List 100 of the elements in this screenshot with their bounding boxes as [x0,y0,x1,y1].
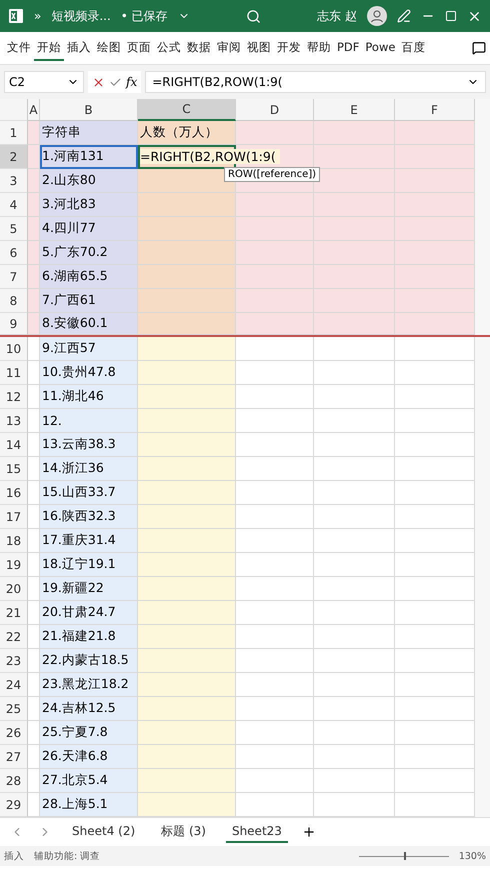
row-header[interactable]: 8 [0,289,28,313]
table-cell: 3.河北83 [40,193,138,217]
user-name: 志东 赵 [317,8,357,24]
row-header[interactable]: 29 [0,793,28,817]
ribbon-tab[interactable]: 页面 [124,36,154,60]
tooltip: ROW([reference]) [224,167,320,182]
zoom-level[interactable]: 130% [458,850,486,862]
column-header[interactable]: A [28,99,40,121]
row-header[interactable]: 22 [0,625,28,649]
row-header[interactable]: 1 [0,121,28,145]
table-cell: 20.甘肃24.7 [40,601,138,625]
row-header[interactable]: 2 [0,145,28,169]
table-cell: 11.湖北46 [40,385,138,409]
cancel-icon[interactable] [92,76,105,88]
formula-field[interactable]: =RIGHT(B2,ROW(1:9( [145,71,486,93]
status-mode: 插入 [4,850,24,862]
table-cell: 25.宁夏7.8 [40,721,138,745]
row-header[interactable]: 13 [0,409,28,433]
ribbon-tab[interactable]: 文件 [4,36,34,60]
column-header[interactable]: F [395,99,475,121]
row-header[interactable]: 5 [0,217,28,241]
row-header[interactable]: 11 [0,361,28,385]
ribbon-tab[interactable]: Powe [362,36,398,60]
row-header[interactable]: 7 [0,265,28,289]
ribbon-tab[interactable]: 审阅 [214,36,244,60]
table-cell: 1.河南131 [40,145,138,169]
excel-logo-icon [8,8,24,24]
search-icon[interactable] [246,8,261,24]
table-cell: 19.新疆22 [40,577,138,601]
row-header[interactable]: 20 [0,577,28,601]
row-header[interactable]: 15 [0,457,28,481]
add-sheet-icon[interactable] [302,825,316,839]
zoom-slider-thumb[interactable] [404,852,406,860]
table-cell: 26.天津6.8 [40,745,138,769]
ribbon-tab[interactable]: 公式 [154,36,184,60]
table-cell: 21.福建21.8 [40,625,138,649]
quick-access-more[interactable]: » [34,9,42,23]
sheet-tab[interactable]: Sheet4 (2) [66,821,142,843]
row-header[interactable]: 23 [0,649,28,673]
insert-function-button[interactable]: fx [126,75,138,89]
ribbon-tab[interactable]: 视图 [244,36,274,60]
table-cell: 12. [40,409,138,433]
table-cell: 15.山西33.7 [40,481,138,505]
column-header[interactable]: B [40,99,138,121]
row-header[interactable]: 3 [0,169,28,193]
table-cell: 6.湖南65.5 [40,265,138,289]
row-header[interactable]: 14 [0,433,28,457]
ribbon-tab[interactable]: 数据 [184,36,214,60]
sheet-tab[interactable]: 标题 (3) [155,820,212,844]
ribbon-tab[interactable]: 绘图 [94,36,124,60]
table-cell: 16.陕西32.3 [40,505,138,529]
row-header[interactable]: 12 [0,385,28,409]
table-cell: 24.吉林12.5 [40,697,138,721]
ribbon-tab[interactable]: 帮助 [304,36,334,60]
row-header[interactable]: 17 [0,505,28,529]
table-cell: 5.广东70.2 [40,241,138,265]
row-header[interactable]: 21 [0,601,28,625]
cell-editor[interactable]: =RIGHT(B2,ROW(1:9( [140,149,280,164]
table-cell: 7.广西61 [40,289,138,313]
row-header[interactable]: 24 [0,673,28,697]
table-cell: 字符串 [40,121,138,145]
table-cell: 10.贵州47.8 [40,361,138,385]
row-header[interactable]: 16 [0,481,28,505]
ribbon-tab[interactable]: 开始 [34,36,64,60]
table-cell: 17.重庆31.4 [40,529,138,553]
column-header[interactable]: D [236,99,314,121]
pen-icon[interactable] [397,9,411,23]
ribbon-tab[interactable]: 开发 [274,36,304,60]
ribbon-tab[interactable]: 插入 [64,36,94,60]
row-header[interactable]: 28 [0,769,28,793]
row-header[interactable]: 6 [0,241,28,265]
table-cell: 13.云南38.3 [40,433,138,457]
ribbon-tab[interactable]: 百度 [398,36,428,60]
table-cell: 22.内蒙古18.5 [40,649,138,673]
accessibility-status[interactable]: 辅助功能: 调查 [34,850,100,862]
column-header[interactable]: E [314,99,395,121]
row-header[interactable]: 27 [0,745,28,769]
avatar-icon[interactable] [367,6,387,26]
table-cell: 4.四川77 [40,217,138,241]
ribbon-tab[interactable]: PDF [334,36,362,60]
row-header[interactable]: 25 [0,697,28,721]
table-cell: 人数（万人） [140,124,218,141]
sheet-tab[interactable]: Sheet23 [226,821,288,843]
row-header[interactable]: 18 [0,529,28,553]
comment-icon[interactable] [472,41,486,55]
name-box[interactable]: C2 [4,71,84,93]
row-header[interactable]: 9 [0,313,28,335]
column-header[interactable]: C [138,99,236,121]
table-cell: 23.黑龙江18.2 [40,673,138,697]
row-header[interactable]: 4 [0,193,28,217]
row-header[interactable]: 26 [0,721,28,745]
file-name[interactable]: 短视频录... [51,8,111,24]
table-cell: 2.山东80 [40,169,138,193]
check-icon[interactable] [109,76,122,88]
table-cell: 8.安徽60.1 [40,313,138,335]
maximize-icon[interactable] [445,10,457,22]
row-header[interactable]: 19 [0,553,28,577]
table-cell: 9.江西57 [40,337,138,361]
save-status[interactable]: • 已保存 [120,8,168,24]
row-header[interactable]: 10 [0,337,28,361]
